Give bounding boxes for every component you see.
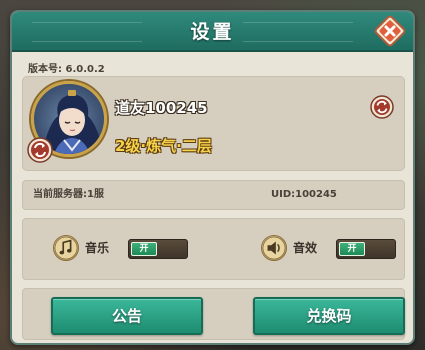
music-note-icon: [53, 235, 79, 261]
speaker-icon: [261, 235, 287, 261]
uid-label: UID:100245: [271, 189, 337, 200]
dialog-titlebar: 设置: [12, 12, 413, 52]
music-toggle-state: 开: [131, 242, 157, 256]
audio-settings-row: 音乐 开 音效 开: [22, 218, 405, 280]
sfx-toggle[interactable]: 开: [336, 239, 396, 259]
redeem-code-button[interactable]: 兑换码: [253, 297, 405, 335]
settings-dialog: 设置 版本号: 6.0.0.2 道友100245 2级·炼气·二层 当前服务器:…: [10, 10, 415, 345]
music-label: 音乐: [85, 241, 110, 255]
close-icon[interactable]: [373, 14, 407, 48]
music-toggle[interactable]: 开: [128, 239, 188, 259]
username: 道友100245: [115, 99, 208, 117]
rename-icon[interactable]: [370, 95, 394, 119]
version-label: 版本号: 6.0.0.2: [28, 64, 105, 75]
notice-button[interactable]: 公告: [51, 297, 203, 335]
dialog-title: 设置: [190, 21, 235, 43]
action-buttons-row: 公告 兑换码: [22, 288, 405, 340]
profile-card: 道友100245 2级·炼气·二层: [22, 76, 405, 171]
sfx-label: 音效: [293, 241, 318, 255]
sfx-toggle-state: 开: [339, 242, 365, 256]
server-label: 当前服务器:1服: [33, 189, 104, 200]
player-rank: 2级·炼气·二层: [115, 137, 212, 155]
avatar-swap-icon[interactable]: [27, 137, 53, 163]
account-info-row: 当前服务器:1服 UID:100245: [22, 180, 405, 210]
